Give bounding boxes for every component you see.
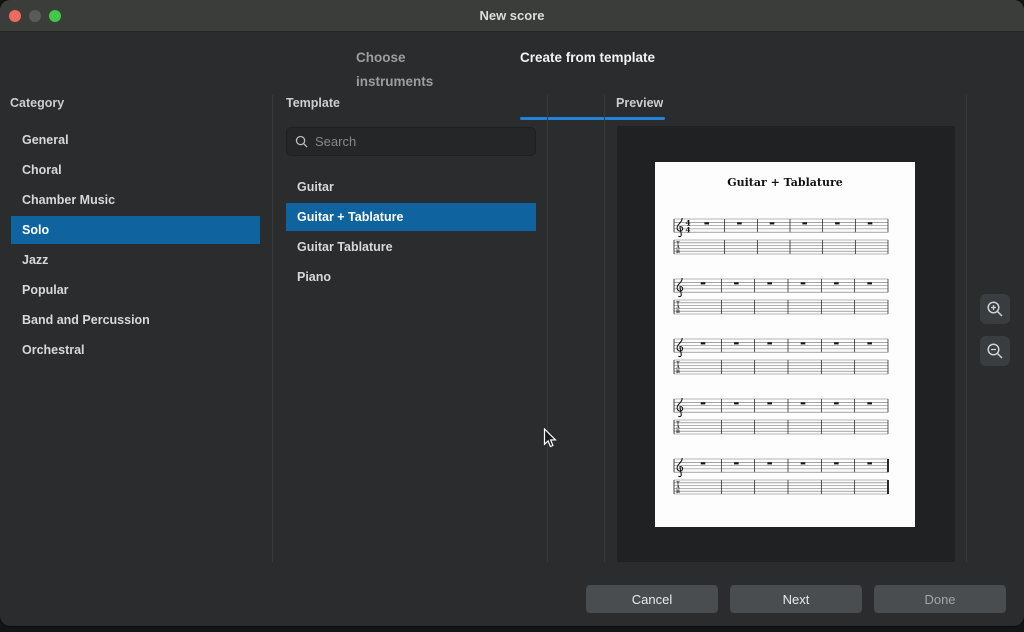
done-button[interactable]: Done [874,585,1006,613]
zoom-in-icon [987,301,1003,317]
score-system: 44TAB [673,218,889,255]
category-item-solo[interactable]: Solo [11,216,260,244]
tab-choose-instruments[interactable]: Choose instruments [356,46,486,89]
search-icon [295,135,308,148]
category-item-general[interactable]: General [11,126,260,154]
svg-text:B: B [676,369,680,375]
search-input[interactable] [315,134,527,149]
preview-header: Preview [616,96,664,110]
cancel-button[interactable]: Cancel [586,585,718,613]
score-system: 19TAB [673,398,889,435]
zoom-in-button[interactable] [980,294,1010,324]
next-button[interactable]: Next [730,585,862,613]
template-item-piano[interactable]: Piano [286,263,536,291]
category-item-popular[interactable]: Popular [11,276,260,304]
category-item-chamber-music[interactable]: Chamber Music [11,186,260,214]
template-item-guitar-plus-tablature[interactable]: Guitar + Tablature [286,203,536,231]
score-title: Guitar + Tablature [727,176,843,189]
new-score-dialog: New score Choose instruments Create from… [0,0,1024,626]
svg-text:B: B [676,249,680,255]
svg-text:B: B [676,489,680,495]
template-item-guitar[interactable]: Guitar [286,173,536,201]
template-search[interactable] [286,127,536,156]
score-system: 7TAB [673,278,889,315]
separator [272,95,273,562]
separator [966,95,967,562]
zoom-out-icon [987,343,1003,359]
category-item-jazz[interactable]: Jazz [11,246,260,274]
category-item-orchestral[interactable]: Orchestral [11,336,260,364]
active-tab-underline [520,117,665,120]
separator [547,95,548,562]
score-system: 13TAB [673,338,889,375]
svg-text:4: 4 [685,225,690,234]
svg-text:B: B [676,309,680,315]
titlebar[interactable]: New score [0,0,1024,32]
category-item-choral[interactable]: Choral [11,156,260,184]
tab-create-from-template[interactable]: Create from template [520,46,666,70]
category-header: Category [10,96,65,110]
category-item-band-and-percussion[interactable]: Band and Percussion [11,306,260,334]
window-title: New score [479,8,545,23]
separator [604,95,605,562]
score-system: 25TAB [672,458,889,495]
template-header: Template [286,96,340,110]
template-item-guitar-tablature[interactable]: Guitar Tablature [286,233,536,261]
zoom-out-button[interactable] [980,336,1010,366]
svg-text:B: B [676,429,680,435]
dialog-tabs: Choose instruments Create from template [0,46,1024,120]
score-page-preview: Guitar + Tablature 44TAB 7TAB 13TAB 19TAB 25… [655,162,915,527]
preview-area: Guitar + Tablature 44TAB 7TAB 13TAB 19TAB 25… [617,126,955,562]
